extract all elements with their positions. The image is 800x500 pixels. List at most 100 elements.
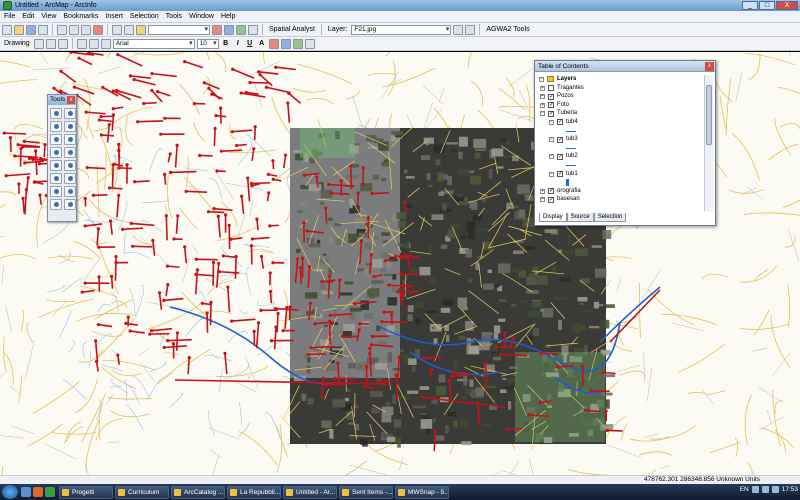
copy-icon[interactable] xyxy=(69,24,79,35)
taskbar-task-button[interactable]: La Repubbli... xyxy=(227,485,281,499)
menu-file[interactable]: File xyxy=(4,13,15,20)
toc-layer-row[interactable]: + ✓ basesan xyxy=(539,195,701,204)
go-to-xy-icon[interactable] xyxy=(50,199,62,210)
add-data-icon[interactable] xyxy=(136,24,146,35)
taskbar-task-button[interactable]: Sent Items -... xyxy=(339,485,393,499)
language-indicator[interactable]: EN xyxy=(740,486,749,493)
toc-layer-row[interactable]: + Tragantes xyxy=(539,84,701,93)
expand-icon[interactable]: + xyxy=(540,188,545,194)
layer-visibility-checkbox[interactable]: ✓ xyxy=(557,119,563,126)
rotate-icon[interactable] xyxy=(45,38,56,49)
arctoolbox-icon[interactable] xyxy=(224,24,234,35)
arccatalog-icon[interactable] xyxy=(236,24,246,35)
table-of-contents-window[interactable]: Table of Contents x − Layers + Tragantes +… xyxy=(534,60,716,226)
raster-histogram-icon[interactable] xyxy=(465,24,476,35)
tools-close-icon[interactable]: x xyxy=(67,96,75,104)
print-icon[interactable] xyxy=(38,24,48,35)
raster-tool-icon[interactable] xyxy=(453,24,464,35)
menu-window[interactable]: Window xyxy=(189,13,214,20)
hyperlink-icon[interactable] xyxy=(64,186,76,197)
menu-insert[interactable]: Insert xyxy=(105,13,123,20)
tab-selection[interactable]: Selection xyxy=(593,213,627,222)
menu-edit[interactable]: Edit xyxy=(22,13,34,20)
layer-symbol-row[interactable] xyxy=(539,144,701,153)
layer-visibility-checkbox[interactable]: ✓ xyxy=(557,171,563,178)
editor-toolbar-icon[interactable] xyxy=(212,24,222,35)
fixed-zoom-out-icon[interactable] xyxy=(64,121,76,132)
collapse-icon[interactable]: − xyxy=(549,154,554,160)
menu-help[interactable]: Help xyxy=(221,13,235,20)
text-icon[interactable] xyxy=(88,38,99,49)
menu-selection[interactable]: Selection xyxy=(130,13,159,20)
underline-button[interactable]: U xyxy=(245,40,255,47)
line-symbol-swatch[interactable] xyxy=(566,147,576,149)
expand-icon[interactable]: + xyxy=(540,197,545,203)
save-icon[interactable] xyxy=(26,24,36,35)
layer-symbol-row[interactable] xyxy=(539,178,701,187)
agwa-tools-menu[interactable]: AGWA2 Tools xyxy=(484,26,531,33)
taskbar-task-button[interactable]: MWSnap - 5... xyxy=(395,485,449,499)
maximize-button[interactable]: □ xyxy=(759,1,775,10)
show-desktop-icon[interactable] xyxy=(21,487,31,497)
select-features-icon[interactable] xyxy=(50,160,62,171)
toc-layer-row[interactable]: − ✓ tub1 xyxy=(539,170,701,179)
menu-bookmarks[interactable]: Bookmarks xyxy=(63,13,98,20)
layer-select[interactable]: F21.jpg xyxy=(351,24,452,35)
layer-symbol-row[interactable] xyxy=(539,161,701,170)
tools-title-bar[interactable]: Tools x xyxy=(48,95,76,105)
layer-symbol-row[interactable] xyxy=(539,127,701,136)
collapse-icon[interactable]: − xyxy=(549,119,554,125)
rectangle-icon[interactable] xyxy=(76,38,87,49)
tab-source[interactable]: Source xyxy=(566,213,594,222)
toc-close-icon[interactable]: x xyxy=(705,62,714,71)
expand-icon[interactable]: + xyxy=(540,85,545,91)
italic-button[interactable]: I xyxy=(233,40,243,47)
redo-icon[interactable] xyxy=(124,24,134,35)
tab-display[interactable]: Display xyxy=(539,213,567,222)
expand-icon[interactable]: + xyxy=(540,102,545,108)
help-pointer-icon[interactable] xyxy=(248,24,258,35)
toc-layer-row[interactable]: − ✓ Tuberia xyxy=(539,109,701,118)
full-extent-globe-icon[interactable] xyxy=(64,134,76,145)
measure-icon[interactable] xyxy=(50,186,62,197)
font-name-select[interactable]: Arial xyxy=(112,38,195,49)
minimize-button[interactable]: _ xyxy=(742,1,758,10)
map-scale-combo[interactable] xyxy=(148,24,210,35)
font-size-select[interactable]: 10 xyxy=(196,38,219,49)
select-elements-icon[interactable] xyxy=(64,160,76,171)
toc-layer-row[interactable]: − ✓ tub4 xyxy=(539,118,701,127)
layer-visibility-checkbox[interactable]: ✓ xyxy=(548,188,554,195)
forward-extent-icon[interactable] xyxy=(64,147,76,158)
layer-visibility-checkbox[interactable] xyxy=(548,85,554,92)
toc-title-bar[interactable]: Table of Contents x xyxy=(535,61,715,72)
toc-scrollbar[interactable] xyxy=(704,75,713,211)
toc-scroll-thumb[interactable] xyxy=(706,85,712,145)
spatial-analyst-menu[interactable]: Spatial Analyst xyxy=(267,26,317,33)
network-icon[interactable] xyxy=(751,486,759,493)
undo-icon[interactable] xyxy=(112,24,122,35)
line-symbol-swatch[interactable] xyxy=(566,179,569,187)
toc-layer-row[interactable]: − ✓ tub3 xyxy=(539,135,701,144)
zoom-to-selected-icon[interactable] xyxy=(57,38,68,49)
toc-layer-row[interactable]: + ✓ Foto xyxy=(539,101,701,110)
pan-hand-icon[interactable] xyxy=(50,134,62,145)
drawing-menu[interactable]: Drawing xyxy=(2,40,32,47)
delete-icon[interactable] xyxy=(93,24,103,35)
layer-visibility-checkbox[interactable]: ✓ xyxy=(548,93,554,100)
fill-color-icon[interactable] xyxy=(268,38,279,49)
layer-visibility-checkbox[interactable]: ✓ xyxy=(548,110,554,117)
close-button[interactable]: X xyxy=(776,1,798,10)
collapse-icon[interactable]: − xyxy=(540,111,545,117)
taskbar-task-button[interactable]: ArcCatalog ... xyxy=(171,485,225,499)
select-elements-icon[interactable] xyxy=(33,38,44,49)
open-folder-icon[interactable] xyxy=(14,24,24,35)
volume-icon[interactable] xyxy=(761,486,769,493)
start-button[interactable] xyxy=(2,485,18,499)
fixed-zoom-in-icon[interactable] xyxy=(50,121,62,132)
taskbar-task-button[interactable]: Untitled - Ar... xyxy=(283,485,337,499)
toc-layer-row[interactable]: + ✓ Pozos xyxy=(539,92,701,101)
security-icon[interactable] xyxy=(771,486,779,493)
layer-visibility-checkbox[interactable]: ✓ xyxy=(548,196,554,203)
toc-layer-row[interactable]: + ✓ orografia xyxy=(539,187,701,196)
shadow-color-icon[interactable] xyxy=(304,38,315,49)
